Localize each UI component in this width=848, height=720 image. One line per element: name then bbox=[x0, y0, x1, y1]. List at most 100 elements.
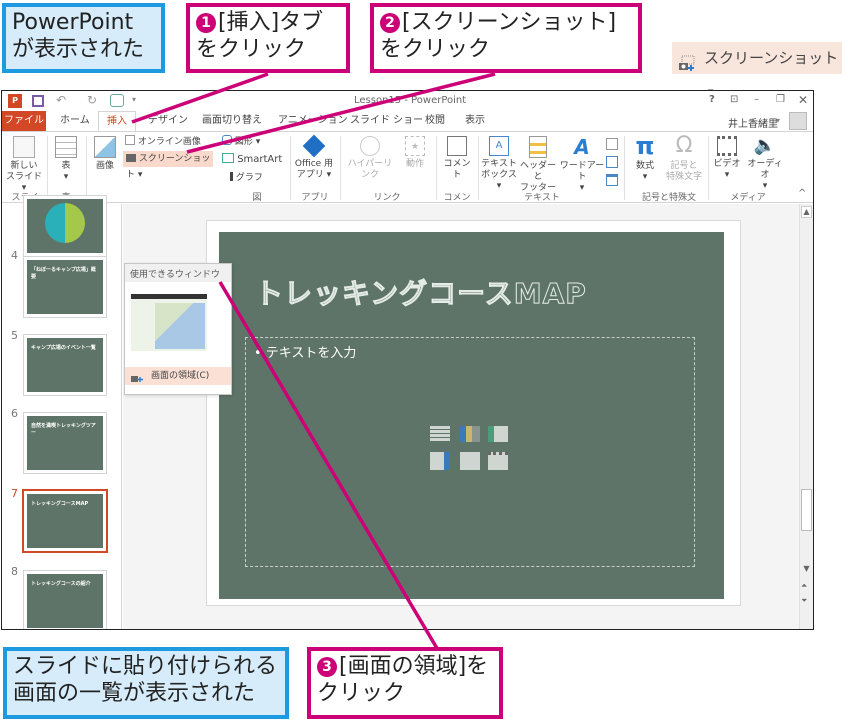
header-footer-button[interactable]: ヘッダーと フッター bbox=[518, 136, 558, 194]
office-apps-button[interactable]: Office 用 アプリ ▾ bbox=[294, 134, 334, 181]
smartart-button[interactable]: SmartArt bbox=[222, 153, 282, 167]
save-icon[interactable] bbox=[32, 95, 44, 107]
symbol-button[interactable]: Ω 記号と 特殊文字 bbox=[664, 134, 704, 183]
button-label: オンライン画像 bbox=[137, 137, 201, 147]
window-title: Lesson15 - PowerPoint bbox=[354, 95, 467, 106]
callout-text: 画面の一覧が表示された bbox=[13, 681, 256, 706]
minimize-icon[interactable]: – bbox=[754, 94, 759, 105]
slide-thumbnail-8[interactable]: トレッキングコースの紹介 bbox=[23, 570, 107, 629]
collapse-ribbon-icon[interactable]: ^ bbox=[798, 188, 806, 199]
tab-design[interactable]: デザイン bbox=[140, 111, 196, 131]
equation-button[interactable]: π 数式 ▾ bbox=[630, 134, 660, 183]
customize-qat-icon[interactable]: ▾ bbox=[132, 95, 136, 104]
action-button[interactable]: ★ 動作 bbox=[402, 136, 428, 170]
callout-text: 3 [画面の領域]を bbox=[317, 653, 493, 680]
table-button[interactable]: 表 ▾ bbox=[52, 136, 80, 183]
slide-thumbnail-4[interactable]: 「ねぼーるキャンプ広場」概要 bbox=[23, 256, 107, 318]
video-button[interactable]: ビデオ ▾ bbox=[712, 136, 742, 181]
user-menu-chevron-icon[interactable]: ▾ bbox=[776, 116, 780, 125]
button-label: Office 用 bbox=[294, 159, 334, 169]
redo-icon[interactable]: ↻ bbox=[87, 93, 97, 107]
insert-picture-icon[interactable] bbox=[430, 452, 450, 470]
content-placeholder[interactable]: • テキストを入力 bbox=[245, 337, 695, 567]
tab-home[interactable]: ホーム bbox=[52, 111, 98, 131]
callout-text: が表示された bbox=[12, 37, 145, 62]
comment-button[interactable]: コメント bbox=[440, 136, 474, 181]
button-label: 画像 bbox=[95, 161, 114, 171]
group-label-text: テキスト bbox=[524, 193, 560, 203]
slide-title[interactable]: トレッキングコースMAP bbox=[255, 272, 587, 312]
insert-online-picture-icon[interactable] bbox=[460, 452, 480, 470]
scroll-up-arrow-icon[interactable]: ▲ bbox=[801, 206, 812, 218]
slide-number: 8 bbox=[11, 565, 18, 578]
callout-text: 2 [スクリーンショット] bbox=[380, 9, 632, 36]
new-slide-button[interactable]: 新しい スライド ▾ bbox=[6, 136, 42, 194]
start-slideshow-icon[interactable] bbox=[110, 94, 124, 107]
button-label: ▾ bbox=[724, 170, 730, 180]
scroll-down-arrow-icon[interactable]: ▼ bbox=[801, 564, 812, 576]
date-time-icon[interactable] bbox=[606, 138, 618, 150]
current-slide[interactable]: トレッキングコースMAP • テキストを入力 bbox=[219, 232, 724, 599]
previous-slide-icon[interactable]: ⏶ bbox=[801, 581, 807, 591]
textbox-button[interactable]: A テキスト ボックス ▾ bbox=[480, 136, 518, 192]
tab-transitions[interactable]: 画面切り替え bbox=[194, 111, 270, 131]
restore-icon[interactable]: ❐ bbox=[776, 94, 785, 105]
close-icon[interactable]: ✕ bbox=[798, 93, 808, 107]
callout-step-3: 3 [画面の領域]を クリック bbox=[307, 647, 503, 719]
screenshot-button[interactable]: スクリーンショット ▾ bbox=[123, 151, 213, 180]
insert-chart-icon[interactable] bbox=[460, 426, 480, 442]
button-label: 特殊文字 bbox=[665, 172, 702, 182]
help-icon[interactable]: ? bbox=[709, 94, 715, 105]
undo-icon[interactable]: ↶ bbox=[56, 93, 66, 107]
group-label-links: リンク bbox=[373, 193, 401, 203]
chart-button[interactable]: グラフ bbox=[230, 171, 263, 185]
callout-line: をクリック bbox=[196, 37, 307, 62]
textbox-icon: A bbox=[489, 136, 509, 156]
object-icon[interactable] bbox=[606, 174, 618, 186]
user-avatar[interactable] bbox=[789, 112, 807, 130]
slide-thumbnail-6[interactable]: 自然を満喫トレッキングツアー bbox=[23, 412, 107, 474]
tab-file[interactable]: ファイル bbox=[2, 111, 46, 131]
slide-thumbnail-5[interactable]: キャンプ広場のイベント一覧 bbox=[23, 334, 107, 396]
insert-smartart-icon[interactable] bbox=[488, 426, 508, 442]
screen-clipping-icon bbox=[131, 371, 143, 382]
button-label: コメント bbox=[443, 159, 471, 180]
group-label-apps: アプリ bbox=[301, 193, 329, 203]
button-label: 新しい bbox=[10, 161, 38, 171]
vertical-scrollbar[interactable]: ▲ ▼ ⏶ ⏷ bbox=[799, 204, 813, 629]
hyperlink-button[interactable]: ハイパーリンク bbox=[344, 136, 396, 181]
thumbnail-title: 「ねぼーるキャンプ広場」概要 bbox=[31, 267, 96, 280]
image-button[interactable]: 画像 bbox=[90, 136, 120, 172]
step-number-badge: 3 bbox=[317, 657, 337, 677]
slide-number-icon[interactable] bbox=[606, 156, 618, 168]
video-icon bbox=[717, 136, 737, 156]
tab-insert[interactable]: 挿入 bbox=[98, 111, 136, 131]
powerpoint-window: P ↶ ↻ ▾ Lesson15 - PowerPoint ? ⊡ – ❐ ✕ … bbox=[1, 90, 814, 630]
user-name[interactable]: 井上香緒里 bbox=[728, 115, 778, 130]
insert-table-icon[interactable] bbox=[430, 426, 450, 442]
wordart-button[interactable]: A ワードアート ▾ bbox=[558, 136, 606, 194]
next-slide-icon[interactable]: ⏷ bbox=[801, 596, 807, 606]
shapes-button[interactable]: 図形 ▾ bbox=[222, 135, 260, 149]
window-thumbnail-map[interactable] bbox=[131, 294, 207, 351]
callout-line: [挿入]タブ bbox=[218, 10, 324, 35]
menu-item-label: 画面の領域(C) bbox=[151, 371, 210, 381]
insert-video-icon[interactable] bbox=[488, 452, 508, 470]
callout-step-2: 2 [スクリーンショット] をクリック bbox=[370, 3, 642, 73]
audio-button[interactable]: 🔈 オーディオ ▾ bbox=[744, 136, 786, 192]
office-apps-icon bbox=[302, 134, 326, 158]
slide-thumbnail-7[interactable]: トレッキングコースMAP bbox=[22, 489, 108, 553]
button-label: スクリーンショット ▾ bbox=[126, 154, 211, 180]
available-windows-header: 使用できるウィンドウ bbox=[125, 264, 231, 282]
new-slide-icon bbox=[13, 136, 35, 158]
scrollbar-thumb[interactable] bbox=[801, 489, 812, 531]
slide-thumbnail-3[interactable] bbox=[23, 195, 107, 257]
hyperlink-icon bbox=[360, 136, 380, 156]
button-label: ▾ bbox=[579, 183, 585, 193]
thumbnail-title: トレッキングコースの紹介 bbox=[31, 581, 91, 587]
tab-review[interactable]: 校閲 bbox=[417, 111, 453, 131]
screen-clipping-item[interactable]: 画面の領域(C) bbox=[125, 367, 231, 385]
tab-view[interactable]: 表示 bbox=[457, 111, 493, 131]
online-image-button[interactable]: オンライン画像 bbox=[125, 135, 201, 149]
ribbon-display-options-icon[interactable]: ⊡ bbox=[730, 94, 738, 105]
